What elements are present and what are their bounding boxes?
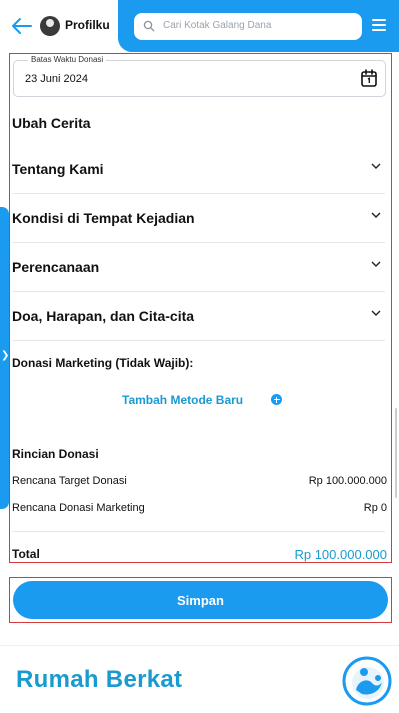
search-input[interactable]: Cari Kotak Galang Dana	[134, 13, 362, 40]
search-placeholder: Cari Kotak Galang Dana	[163, 20, 272, 31]
accordion-title: Kondisi di Tempat Kejadian	[12, 210, 195, 226]
total-label: Total	[12, 547, 40, 561]
brand-logo-icon[interactable]	[342, 656, 392, 706]
marketing-donation-label: Donasi Marketing (Tidak Wajib):	[12, 356, 194, 370]
deadline-date-field[interactable]: Batas Waktu Donasi 23 Juni 2024	[13, 55, 386, 97]
campaign-form: Batas Waktu Donasi 23 Juni 2024 Ubah Cer…	[9, 53, 392, 563]
accordion-title: Perencanaan	[12, 259, 100, 275]
save-button-wrapper: Simpan	[9, 577, 392, 623]
summary-heading: Rincian Donasi	[12, 447, 99, 461]
summary-row-label: Rencana Donasi Marketing	[12, 502, 145, 514]
chevron-down-icon	[371, 310, 381, 316]
total-value: Rp 100.000.000	[294, 547, 387, 562]
add-method-link[interactable]: Tambah Metode Baru	[122, 393, 243, 407]
accordion-title: Tentang Kami	[12, 161, 104, 177]
chevron-down-icon	[371, 212, 381, 218]
brand-logo-text[interactable]: Rumah Berkat	[16, 666, 182, 694]
accordion-perencanaan[interactable]: Perencanaan	[12, 243, 385, 292]
accordion-doa-harapan[interactable]: Doa, Harapan, dan Cita-cita	[12, 292, 385, 341]
summary-row-value: Rp 0	[363, 502, 387, 514]
calendar-icon[interactable]	[361, 69, 377, 87]
hamburger-menu-icon[interactable]	[372, 19, 386, 31]
top-header: Profilku Cari Kotak Galang Dana	[0, 0, 399, 52]
search-icon	[143, 20, 155, 32]
add-circle-icon[interactable]	[271, 394, 282, 405]
summary-row-value: Rp 100.000.000	[308, 475, 387, 487]
story-heading: Ubah Cerita	[12, 115, 91, 131]
summary-divider	[12, 531, 385, 532]
profile-label[interactable]: Profilku	[65, 18, 110, 32]
scrollbar[interactable]	[395, 408, 397, 498]
deadline-value: 23 Juni 2024	[25, 73, 88, 85]
accordion-kondisi[interactable]: Kondisi di Tempat Kejadian	[12, 194, 385, 243]
footer-divider	[0, 645, 399, 646]
deadline-label: Batas Waktu Donasi	[28, 55, 107, 64]
back-arrow-icon[interactable]	[10, 14, 34, 38]
save-button[interactable]: Simpan	[13, 581, 388, 619]
accordion-tentang-kami[interactable]: Tentang Kami	[12, 145, 385, 194]
chevron-down-icon	[371, 261, 381, 267]
chevron-down-icon	[371, 163, 381, 169]
avatar[interactable]	[40, 16, 60, 36]
summary-row-label: Rencana Target Donasi	[12, 475, 127, 487]
accordion-title: Doa, Harapan, dan Cita-cita	[12, 308, 195, 324]
